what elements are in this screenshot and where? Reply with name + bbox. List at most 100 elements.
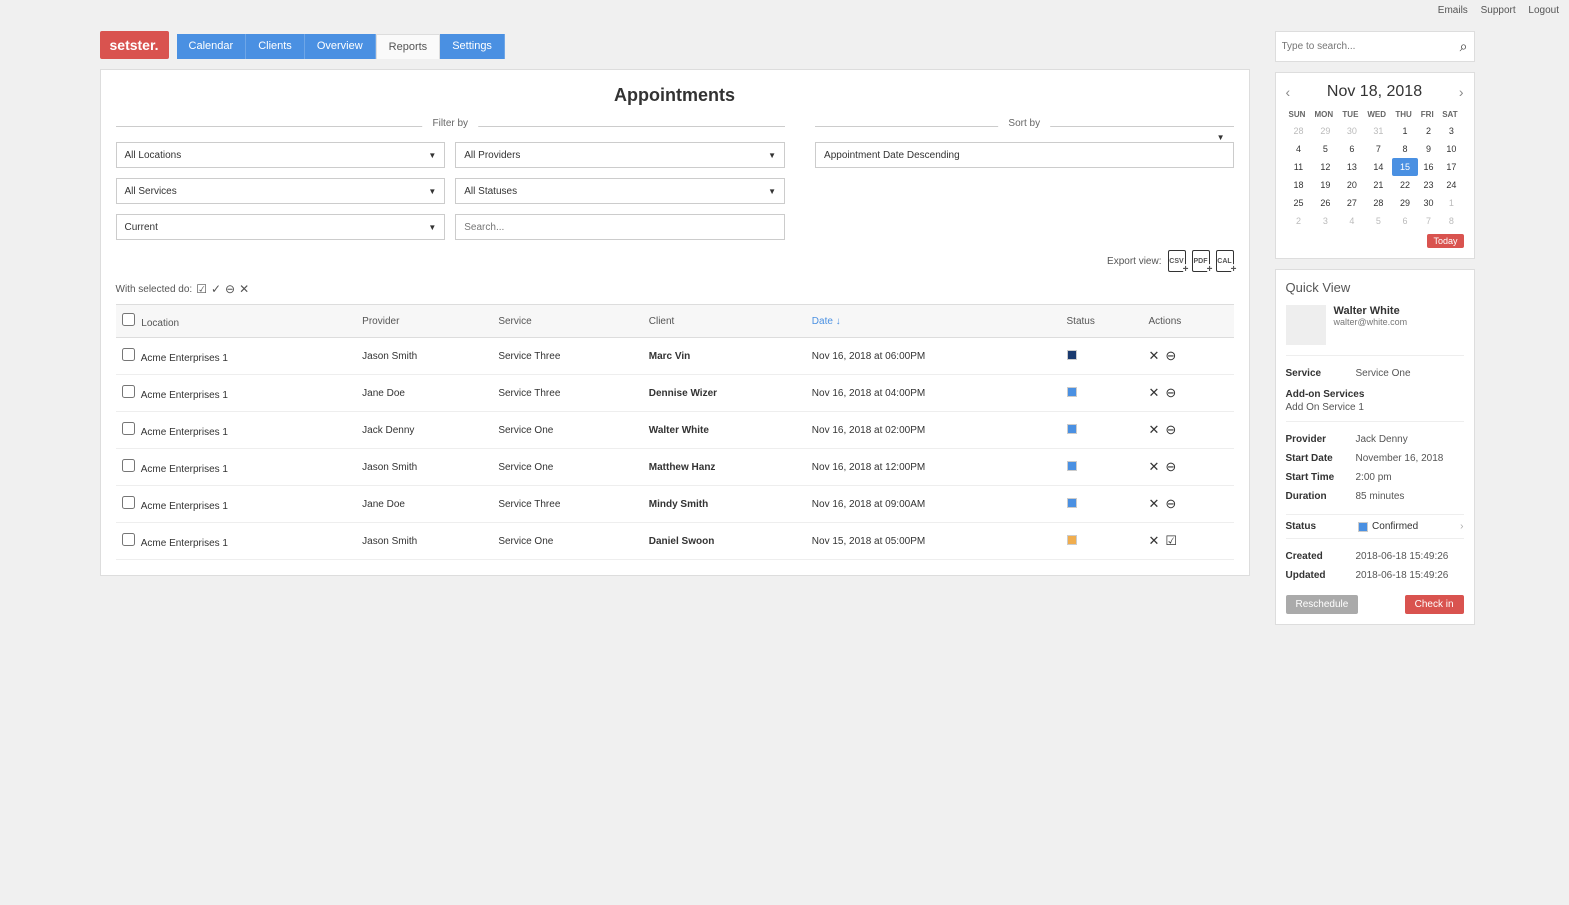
cal-day[interactable]: 5 (1311, 140, 1339, 158)
table-row[interactable]: Acme Enterprises 1Jane DoeService ThreeM… (116, 486, 1234, 523)
cal-day[interactable]: 27 (1339, 194, 1364, 212)
cal-day[interactable]: 26 (1311, 194, 1339, 212)
cal-day[interactable]: 8 (1439, 212, 1463, 230)
bulk-approve-icon[interactable]: ✓ (211, 282, 221, 296)
cal-day[interactable]: 19 (1311, 176, 1339, 194)
table-row[interactable]: Acme Enterprises 1Jason SmithService One… (116, 523, 1234, 560)
filter-search-input[interactable] (464, 222, 776, 233)
cal-day[interactable]: 3 (1311, 212, 1339, 230)
row-checkbox[interactable] (122, 496, 135, 509)
table-row[interactable]: Acme Enterprises 1Jason SmithService Thr… (116, 338, 1234, 375)
cal-day[interactable]: 1 (1392, 122, 1417, 140)
col-client[interactable]: Client (643, 305, 806, 338)
action-secondary-icon[interactable]: ⊖ (1165, 459, 1176, 475)
cal-next-icon[interactable]: › (1459, 84, 1464, 100)
cal-day[interactable]: 24 (1439, 176, 1463, 194)
action-delete-icon[interactable]: ✕ (1148, 459, 1159, 475)
cal-day[interactable]: 9 (1418, 140, 1439, 158)
row-checkbox[interactable] (122, 459, 135, 472)
col-actions[interactable]: Actions (1142, 305, 1233, 338)
row-checkbox[interactable] (122, 385, 135, 398)
search-input[interactable] (1282, 41, 1460, 52)
table-row[interactable]: Acme Enterprises 1Jason SmithService One… (116, 449, 1234, 486)
bulk-decline-icon[interactable]: ⊖ (225, 282, 235, 296)
tab-settings[interactable]: Settings (440, 34, 505, 59)
emails-link[interactable]: Emails (1438, 5, 1468, 16)
logout-link[interactable]: Logout (1528, 5, 1559, 16)
row-checkbox[interactable] (122, 348, 135, 361)
cal-day[interactable]: 7 (1364, 140, 1392, 158)
cal-day[interactable]: 22 (1392, 176, 1417, 194)
cal-day[interactable]: 13 (1339, 158, 1364, 176)
filter-search[interactable] (455, 214, 785, 240)
cal-day[interactable]: 3 (1439, 122, 1463, 140)
row-checkbox[interactable] (122, 533, 135, 546)
cal-day[interactable]: 10 (1439, 140, 1463, 158)
cal-day[interactable]: 12 (1311, 158, 1339, 176)
select-all-checkbox[interactable] (122, 313, 135, 326)
cal-day[interactable]: 7 (1418, 212, 1439, 230)
qv-status-row[interactable]: Status Confirmed › (1286, 514, 1464, 539)
action-delete-icon[interactable]: ✕ (1148, 348, 1159, 364)
cal-day[interactable]: 29 (1311, 122, 1339, 140)
cal-day[interactable]: 28 (1286, 122, 1312, 140)
cal-day[interactable]: 6 (1392, 212, 1417, 230)
cal-day[interactable]: 28 (1364, 194, 1392, 212)
cal-day[interactable]: 1 (1439, 194, 1463, 212)
row-checkbox[interactable] (122, 422, 135, 435)
action-delete-icon[interactable]: ✕ (1148, 533, 1159, 549)
cal-day[interactable]: 16 (1418, 158, 1439, 176)
checkin-button[interactable]: Check in (1405, 595, 1464, 614)
action-secondary-icon[interactable]: ⊖ (1165, 422, 1176, 438)
filter-providers[interactable]: All Providers▼ (455, 142, 785, 168)
cal-day[interactable]: 18 (1286, 176, 1312, 194)
support-link[interactable]: Support (1481, 5, 1516, 16)
filter-locations[interactable]: All Locations▼ (116, 142, 446, 168)
export-pdf-icon[interactable]: PDF (1192, 250, 1210, 272)
sort-select[interactable]: Appointment Date Descending ▼ (815, 142, 1233, 168)
cal-day[interactable]: 6 (1339, 140, 1364, 158)
tab-clients[interactable]: Clients (246, 34, 305, 59)
cal-day[interactable]: 2 (1286, 212, 1312, 230)
cal-day[interactable]: 4 (1286, 140, 1312, 158)
filter-services[interactable]: All Services▼ (116, 178, 446, 204)
col-service[interactable]: Service (492, 305, 642, 338)
table-row[interactable]: Acme Enterprises 1Jack DennyService OneW… (116, 412, 1234, 449)
cal-prev-icon[interactable]: ‹ (1286, 84, 1291, 100)
cal-day[interactable]: 11 (1286, 158, 1312, 176)
col-status[interactable]: Status (1061, 305, 1143, 338)
tab-reports[interactable]: Reports (376, 34, 441, 59)
export-cal-icon[interactable]: CAL (1216, 250, 1234, 272)
cal-day[interactable]: 30 (1418, 194, 1439, 212)
today-button[interactable]: Today (1427, 234, 1463, 248)
search-icon[interactable]: ⌕ (1460, 38, 1468, 55)
col-location[interactable]: Location (116, 305, 357, 338)
search-bar[interactable]: ⌕ (1275, 31, 1475, 62)
tab-calendar[interactable]: Calendar (177, 34, 247, 59)
cal-day[interactable]: 17 (1439, 158, 1463, 176)
col-date[interactable]: Date ↓ (806, 305, 1061, 338)
reschedule-button[interactable]: Reschedule (1286, 595, 1359, 614)
action-delete-icon[interactable]: ✕ (1148, 385, 1159, 401)
action-secondary-icon[interactable]: ⊖ (1165, 348, 1176, 364)
action-secondary-icon[interactable]: ⊖ (1165, 496, 1176, 512)
col-provider[interactable]: Provider (356, 305, 492, 338)
cal-day[interactable]: 31 (1364, 122, 1392, 140)
export-csv-icon[interactable]: CSV (1168, 250, 1186, 272)
cal-day[interactable]: 8 (1392, 140, 1417, 158)
cal-day[interactable]: 5 (1364, 212, 1392, 230)
filter-range[interactable]: Current▼ (116, 214, 446, 240)
cal-day[interactable]: 15 (1392, 158, 1417, 176)
action-delete-icon[interactable]: ✕ (1148, 496, 1159, 512)
cal-day[interactable]: 21 (1364, 176, 1392, 194)
cal-day[interactable]: 20 (1339, 176, 1364, 194)
filter-statuses[interactable]: All Statuses▼ (455, 178, 785, 204)
bulk-confirm-icon[interactable]: ☑ (196, 282, 207, 296)
cal-day[interactable]: 4 (1339, 212, 1364, 230)
cal-day[interactable]: 25 (1286, 194, 1312, 212)
cal-day[interactable]: 14 (1364, 158, 1392, 176)
tab-overview[interactable]: Overview (305, 34, 376, 59)
table-row[interactable]: Acme Enterprises 1Jane DoeService ThreeD… (116, 375, 1234, 412)
action-secondary-icon[interactable]: ⊖ (1165, 385, 1176, 401)
cal-day[interactable]: 2 (1418, 122, 1439, 140)
